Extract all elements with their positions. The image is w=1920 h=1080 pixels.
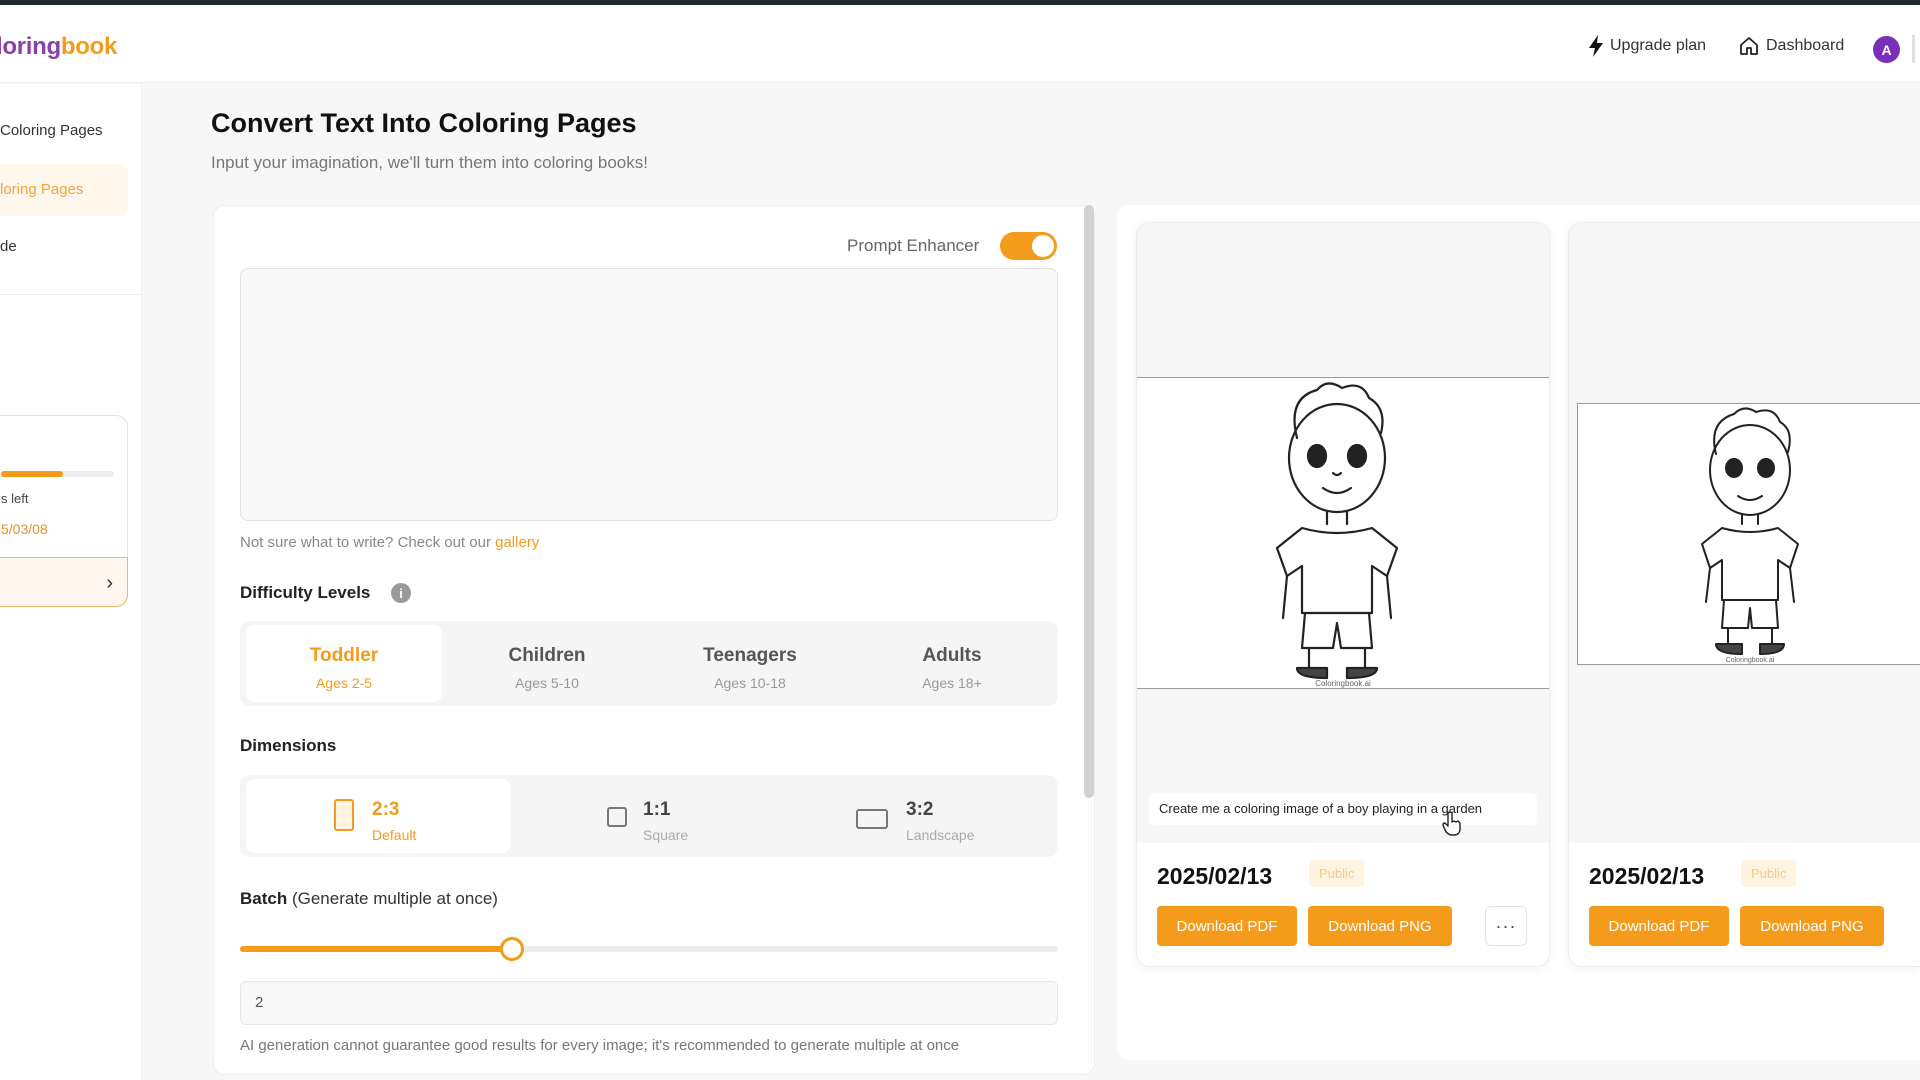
logo-text-part2: book (60, 33, 117, 60)
logo[interactable]: loringbook (0, 33, 117, 61)
credits-left-text: s left (1, 491, 29, 506)
generation-warning: AI generation cannot guarantee good resu… (240, 1037, 960, 1054)
dashboard-label: Dashboard (1766, 37, 1845, 54)
toggle-knob (1032, 235, 1054, 257)
card-preview-area: Coloringbook.ai Create me a coloring ima… (1137, 223, 1549, 843)
level-name: Toddler (309, 645, 379, 666)
usage-card: s left 5/03/08 › (0, 415, 128, 607)
result-card: Coloringbook.ai Create me a coloring ima… (1136, 222, 1550, 967)
dashboard-button[interactable]: Dashboard (1738, 35, 1844, 57)
result-card: Coloringbook.ai 2025/02/13 Public Downlo… (1568, 222, 1920, 967)
card-date: 2025/02/13 (1589, 863, 1705, 889)
prompt-hint: Not sure what to write? Check out our ga… (240, 534, 539, 551)
prompt-enhancer-toggle[interactable] (1000, 232, 1057, 260)
usage-progress-fill (1, 471, 64, 477)
more-options-button[interactable]: ··· (1485, 906, 1527, 946)
card-prompt-text: Create me a coloring image of a boy play… (1149, 793, 1537, 825)
difficulty-levels-label: Difficulty Levels (240, 583, 371, 602)
sidebar: Coloring Pages loring Pages de s left 5/… (0, 84, 142, 1080)
prompt-enhancer-label: Prompt Enhancer (847, 236, 980, 255)
dimensions-label: Dimensions (240, 736, 337, 755)
level-name: Teenagers (703, 645, 797, 666)
difficulty-level-selector: Toddler Ages 2-5 Children Ages 5-10 Teen… (240, 621, 1058, 706)
card-watermark: Coloringbook.ai (1315, 679, 1371, 688)
boy-drawing-icon: Coloringbook.ai (1701, 407, 1799, 664)
level-option-teenagers[interactable]: Teenagers Ages 10-18 (652, 625, 848, 702)
dimension-option-2-3[interactable]: 2:3 Default (246, 779, 510, 853)
prompt-textarea[interactable] (240, 268, 1058, 521)
user-avatar[interactable]: A (1873, 36, 1900, 63)
download-pdf-button[interactable]: Download PDF (1157, 906, 1297, 946)
level-ages: Ages 10-18 (714, 675, 786, 691)
app-header: loringbook Upgrade plan Dashboard A (0, 5, 1920, 83)
level-ages: Ages 5-10 (515, 675, 579, 691)
square-shape-icon (607, 807, 627, 827)
sidebar-item-guide[interactable]: de (0, 238, 17, 255)
page-subtitle: Input your imagination, we'll turn them … (211, 153, 648, 172)
usage-progress-bar (1, 471, 114, 477)
dimension-ratio: 3:2 (906, 799, 934, 820)
chevron-right-icon: › (106, 572, 113, 594)
dimension-option-1-1[interactable]: 1:1 Square (517, 779, 781, 853)
batch-label: Batch (Generate multiple at once) (240, 889, 498, 909)
sidebar-item-coloring-pages[interactable]: Coloring Pages (0, 122, 103, 139)
info-icon[interactable]: i (391, 583, 411, 603)
coloring-image[interactable]: Coloringbook.ai (1137, 377, 1549, 689)
card-watermark: Coloringbook.ai (1726, 657, 1775, 664)
dimension-sub: Default (372, 827, 417, 843)
sidebar-item-text-coloring-pages[interactable]: loring Pages (0, 164, 128, 216)
gallery-link[interactable]: gallery (495, 534, 539, 551)
prompt-hint-text: Not sure what to write? Check out our (240, 534, 491, 551)
level-option-toddler[interactable]: Toddler Ages 2-5 (246, 625, 442, 702)
sidebar-item-label: loring Pages (0, 181, 84, 198)
boy-drawing-icon: Coloringbook.ai (1275, 382, 1399, 688)
batch-slider-track[interactable] (240, 946, 1058, 952)
portrait-shape-icon (334, 799, 354, 831)
upgrade-plan-button[interactable]: Upgrade plan (1588, 35, 1706, 57)
card-preview-area: Coloringbook.ai (1569, 223, 1920, 843)
batch-description: (Generate multiple at once) (291, 889, 498, 908)
batch-title: Batch (240, 889, 288, 908)
batch-count-input[interactable]: 2 (240, 981, 1058, 1025)
lightning-icon (1588, 35, 1604, 57)
level-option-children[interactable]: Children Ages 5-10 (449, 625, 645, 702)
logo-text-part1: loring (0, 33, 61, 60)
download-pdf-button[interactable]: Download PDF (1589, 906, 1729, 946)
dimension-ratio: 2:3 (372, 799, 400, 820)
sidebar-divider (0, 294, 142, 295)
level-name: Children (508, 645, 586, 666)
dimension-sub: Landscape (906, 827, 975, 843)
dimensions-selector: 2:3 Default 1:1 Square 3:2 Landscape (240, 775, 1058, 857)
dimension-option-3-2[interactable]: 3:2 Landscape (788, 779, 1052, 853)
mouse-pointer-icon (1442, 811, 1464, 842)
page-title: Convert Text Into Coloring Pages (211, 108, 637, 138)
dimension-sub: Square (643, 827, 689, 843)
coloring-image[interactable]: Coloringbook.ai (1577, 403, 1920, 665)
form-scrollbar[interactable] (1084, 205, 1094, 798)
batch-slider-fill (240, 946, 513, 952)
download-png-button[interactable]: Download PNG (1308, 906, 1452, 946)
level-option-adults[interactable]: Adults Ages 18+ (854, 625, 1050, 702)
visibility-badge: Public (1309, 860, 1365, 887)
download-png-button[interactable]: Download PNG (1740, 906, 1884, 946)
dimension-ratio: 1:1 (643, 799, 671, 820)
level-ages: Ages 2-5 (315, 675, 373, 691)
home-icon (1738, 35, 1760, 57)
level-name: Adults (922, 645, 982, 666)
renewal-date: 5/03/08 (1, 521, 48, 537)
landscape-shape-icon (856, 809, 888, 829)
level-ages: Ages 18+ (922, 675, 982, 691)
header-edge-divider (1912, 35, 1915, 63)
visibility-badge: Public (1741, 860, 1797, 887)
card-date: 2025/02/13 (1157, 863, 1273, 889)
usage-upgrade-button[interactable]: › (0, 557, 128, 607)
upgrade-plan-label: Upgrade plan (1610, 37, 1707, 54)
